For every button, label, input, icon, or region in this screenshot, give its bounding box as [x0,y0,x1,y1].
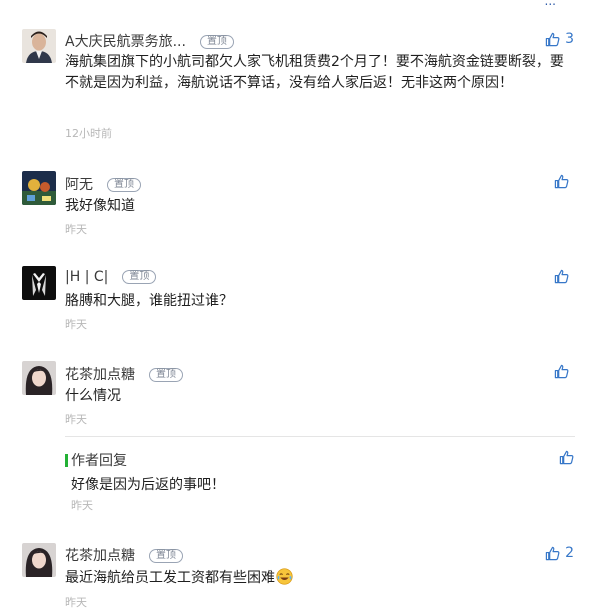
author-reply-text: 好像是因为后返的事吧！ [71,477,225,493]
cry-laugh-emoji-icon [276,568,293,585]
pinned-badge: 置顶 [149,549,183,563]
pinned-badge: 置顶 [149,368,183,382]
like-count: 3 [565,31,574,47]
pinned-badge: 置顶 [107,178,141,192]
thumbs-up-icon [554,269,569,284]
thumbs-up-icon [554,364,569,379]
username-text[interactable]: 花茶加点糖 [65,548,135,564]
comment-time: 昨天 [65,596,87,609]
comment-time: 昨天 [65,413,87,426]
comment-text: 什么情况 [65,388,121,404]
avatar[interactable] [22,543,56,577]
comment-text-content: 最近海航给员工发工资都有些困难 [65,570,275,586]
like-button[interactable] [554,174,574,189]
avatar[interactable] [22,171,56,205]
username-text[interactable]: A大庆民航票务旅... [65,34,186,50]
header-fragment: ... [544,0,556,8]
author-reply-time: 昨天 [71,499,93,512]
username-text[interactable]: 阿无 [65,177,93,193]
author-reply-label: 作者回复 [71,453,127,469]
reply-accent-bar [65,454,68,467]
like-count: 2 [565,545,574,561]
avatar[interactable] [22,29,56,63]
username-text[interactable]: 花茶加点糖 [65,367,135,383]
avatar[interactable] [22,266,56,300]
like-button[interactable]: 2 [545,545,574,561]
avatar[interactable] [22,361,56,395]
like-button[interactable] [554,364,574,379]
comment-time: 昨天 [65,318,87,331]
thumbs-up-icon [554,174,569,189]
like-button[interactable] [554,269,574,284]
comment-text: 海航集团旗下的小航司都欠人家飞机租赁费2个月了！要不海航资金链要断裂，要不就是因… [65,54,564,91]
comment-time: 昨天 [65,223,87,236]
thumbs-up-icon [559,450,574,465]
like-button[interactable]: 3 [545,31,574,47]
comment-text: 胳膊和大腿，谁能扭过谁？ [65,293,233,309]
comment-text: 最近海航给员工发工资都有些困难 [65,568,565,589]
comment-time: 12小时前 [65,127,112,140]
username-text[interactable]: |H | C| [65,269,108,285]
reply-divider [65,436,575,437]
comment-username[interactable]: 阿无 置顶 [65,174,141,194]
comment-username[interactable]: |H | C| 置顶 [65,269,157,285]
comment-username[interactable]: 花茶加点糖 置顶 [65,545,183,565]
thumbs-up-icon [545,546,560,560]
comment-text: 我好像知道 [65,198,135,214]
comment-username[interactable]: A大庆民航票务旅... 置顶 [65,31,234,51]
pinned-badge: 置顶 [199,35,234,49]
reply-like-button[interactable] [559,450,574,465]
comment-username[interactable]: 花茶加点糖 置顶 [65,364,183,384]
pinned-badge: 置顶 [122,270,157,284]
thumbs-up-icon [545,32,560,46]
